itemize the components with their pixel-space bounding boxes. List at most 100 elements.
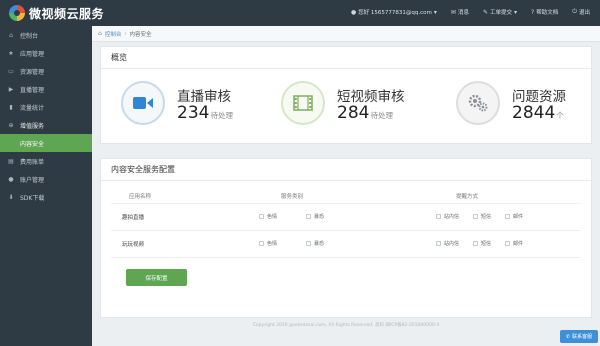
video-icon: ▶ <box>8 85 14 93</box>
chart-icon: ▮ <box>9 103 13 111</box>
sidebar-item-label: 费用账单 <box>20 158 45 166</box>
checkbox-site-message[interactable]: 站内信 <box>436 213 459 220</box>
logout-label: 退出 <box>578 10 590 16</box>
brand-name: 微视频云服务 <box>29 7 105 21</box>
ticket-link[interactable]: ✎ 工单提交 ▾ <box>482 8 517 17</box>
sidebar-item-label: 直播管理 <box>20 86 45 94</box>
film-icon <box>281 81 325 125</box>
breadcrumb: ⌂ 控制台 › 内容安全 <box>92 26 600 42</box>
sidebar-item-label: 控制台 <box>20 32 39 40</box>
gears-icon <box>456 81 500 125</box>
save-config-button[interactable]: 保存配置 <box>126 269 187 286</box>
app-window: 微视频云服务 ● 您好 1565777831@qq.com ▾ ✉ 消息 ✎ 工… <box>0 0 600 346</box>
stat-title: 短视频审核 <box>337 89 405 105</box>
footer-copyright: Copyright 2016 gaokedesai.com, All Right… <box>252 323 440 328</box>
breadcrumb-separator: › <box>124 30 127 37</box>
config-title: 内容安全服务配置 <box>101 159 591 181</box>
app-name: 玩玩视频 <box>122 242 145 248</box>
checkbox-porn[interactable]: 色情 <box>259 213 277 220</box>
sidebar-item-traffic[interactable]: ▮ 流量统计 <box>0 98 92 116</box>
checkbox-site-message[interactable]: 站内信 <box>436 240 459 247</box>
folder-icon: ▭ <box>8 67 14 75</box>
sidebar-item-label: 应用管理 <box>20 50 45 58</box>
table-row: 趣拍直播 色情 暴恐 站内信 短信 邮件 <box>101 205 593 229</box>
ticket-label: 工单提交 <box>490 10 513 16</box>
sidebar-item-label: 增值服务 <box>20 122 45 130</box>
sidebar-item-content-security[interactable]: 内容安全 <box>0 134 92 152</box>
video-camera-icon <box>121 81 165 125</box>
sidebar-item-sdk[interactable]: ⬇ SDK下载 <box>0 188 92 206</box>
chat-icon: ✆ <box>565 333 571 340</box>
stat-unit: 待处理 <box>210 111 233 120</box>
top-nav: ● 您好 1565777831@qq.com ▾ ✉ 消息 ✎ 工单提交 ▾ ?… <box>351 8 590 16</box>
caret-down-icon: ▾ <box>433 8 437 16</box>
download-icon: ⬇ <box>8 193 14 201</box>
sidebar-item-label: SDK下载 <box>20 194 45 202</box>
stat-unit: 个 <box>556 111 564 120</box>
sidebar-item-billing[interactable]: ▤ 费用账单 <box>0 152 92 170</box>
divider <box>111 230 581 231</box>
sidebar-item-label: 流量统计 <box>20 104 45 112</box>
sidebar-item-live[interactable]: ▶ 直播管理 <box>0 80 92 98</box>
logo-icon <box>9 5 25 21</box>
checkbox-sms[interactable]: 短信 <box>473 213 491 220</box>
stat-title: 问题资源 <box>512 89 566 105</box>
column-header-service: 服务类别 <box>281 194 304 200</box>
sidebar: ⌂ 控制台 ★ 应用管理 ▭ 资源管理 ▶ 直播管理 ▮ 流量统计 ⊕ 增值服务… <box>0 26 92 346</box>
plus-icon: ⊕ <box>8 121 14 129</box>
support-button[interactable]: ✆ 联系客服 <box>560 330 598 343</box>
bill-icon: ▤ <box>8 157 14 165</box>
sidebar-item-value-added[interactable]: ⊕ 增值服务 <box>0 116 92 134</box>
user-email: 您好 1565777831@qq.com <box>358 10 432 16</box>
stat-title: 直播审核 <box>177 89 231 105</box>
sidebar-item-console[interactable]: ⌂ 控制台 <box>0 26 92 44</box>
checkbox-terror[interactable]: 暴恐 <box>306 240 324 247</box>
user-menu[interactable]: ● 您好 1565777831@qq.com ▾ <box>350 8 437 17</box>
user-icon: ● <box>8 175 14 183</box>
messages-label: 消息 <box>457 10 469 16</box>
column-header-app: 应用名称 <box>129 194 152 200</box>
stat-short-video-review: 短视频审核 284待处理 <box>281 81 441 137</box>
divider <box>111 257 581 258</box>
table-row: 玩玩视频 色情 暴恐 站内信 短信 邮件 <box>101 232 593 256</box>
help-link[interactable]: ? 帮助文档 <box>531 8 559 17</box>
divider <box>111 203 581 204</box>
stat-problem-resources: 问题资源 2844个 <box>456 81 586 137</box>
sidebar-item-apps[interactable]: ★ 应用管理 <box>0 44 92 62</box>
main-content: ⌂ 控制台 › 内容安全 概览 直播审核 234待处理 短视频审核 284待处理 <box>92 26 600 346</box>
checkbox-email[interactable]: 邮件 <box>505 240 523 247</box>
help-icon: ? <box>531 8 535 16</box>
support-label: 联系客服 <box>572 334 593 340</box>
stat-value: 284待处理 <box>337 103 393 123</box>
column-header-notify: 提醒方式 <box>456 194 479 200</box>
sidebar-item-resources[interactable]: ▭ 资源管理 <box>0 62 92 80</box>
stat-value: 234待处理 <box>177 103 233 123</box>
top-bar: 微视频云服务 ● 您好 1565777831@qq.com ▾ ✉ 消息 ✎ 工… <box>0 0 600 26</box>
checkbox-porn[interactable]: 色情 <box>259 240 277 247</box>
sidebar-item-label: 资源管理 <box>20 68 45 76</box>
home-icon: ⌂ <box>9 31 13 39</box>
config-panel: 内容安全服务配置 应用名称 服务类别 提醒方式 趣拍直播 色情 暴恐 站内信 短… <box>100 158 592 318</box>
overview-panel: 概览 直播审核 234待处理 短视频审核 284待处理 问题资源 2844个 <box>100 46 592 144</box>
stat-unit: 待处理 <box>370 111 393 120</box>
overview-title: 概览 <box>101 47 591 69</box>
checkbox-email[interactable]: 邮件 <box>505 213 523 220</box>
checkbox-terror[interactable]: 暴恐 <box>306 213 324 220</box>
sidebar-item-label: 账户管理 <box>20 176 45 184</box>
sidebar-item-account[interactable]: ● 账户管理 <box>0 170 92 188</box>
home-icon: ⌂ <box>98 30 102 37</box>
sidebar-item-label: 内容安全 <box>20 140 45 148</box>
stat-live-review: 直播审核 234待处理 <box>121 81 271 137</box>
messages-link[interactable]: ✉ 消息 <box>450 8 469 17</box>
checkbox-sms[interactable]: 短信 <box>473 240 491 247</box>
logout-link[interactable]: ⏻ 退出 <box>572 8 590 16</box>
app-name: 趣拍直播 <box>122 215 145 221</box>
breadcrumb-home[interactable]: 控制台 <box>105 30 122 38</box>
help-label: 帮助文档 <box>536 10 559 16</box>
logout-icon: ⏻ <box>572 8 577 15</box>
message-icon: ✉ <box>450 8 456 16</box>
ticket-icon: ✎ <box>482 8 488 16</box>
star-icon: ★ <box>8 49 14 57</box>
user-icon: ● <box>350 8 357 16</box>
breadcrumb-current: 内容安全 <box>129 31 152 38</box>
